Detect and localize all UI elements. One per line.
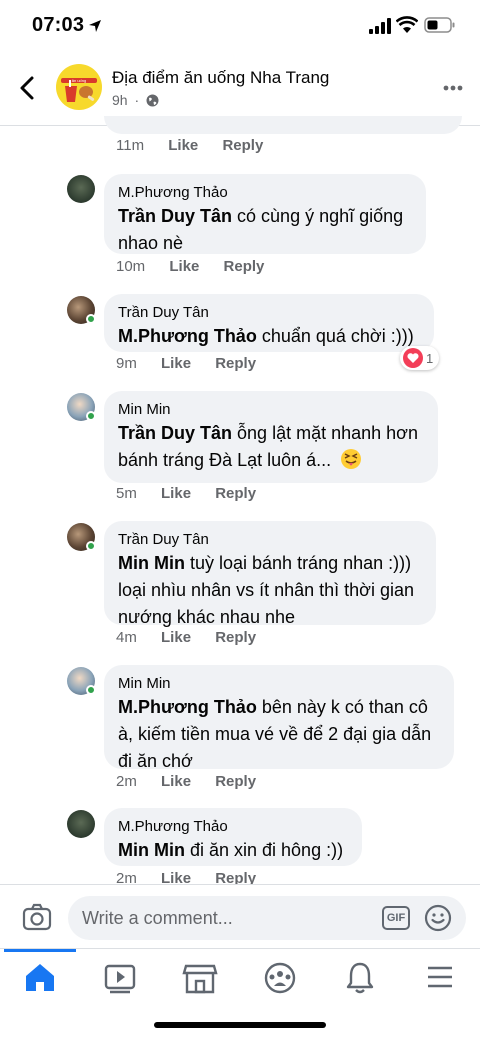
camera-icon[interactable] <box>22 903 52 931</box>
food-logo-icon: ăn uống <box>61 78 97 102</box>
mention-link[interactable]: Trần Duy Tân <box>118 206 232 226</box>
like-button[interactable]: Like <box>161 355 191 372</box>
love-reaction-icon <box>403 348 423 368</box>
group-logo[interactable]: ăn uống <box>56 64 102 110</box>
comment-text: Trần Duy Tân có cùng ý nghĩ giống nhao n… <box>118 206 404 253</box>
comment-text: Min Min đi ăn xin đi hông :)) <box>118 840 344 860</box>
more-options-icon[interactable] <box>438 78 468 98</box>
mention-link[interactable]: Min Min <box>118 553 185 573</box>
avatar[interactable] <box>67 175 95 203</box>
comment-bubble: M.Phương Thảo Min Min đi ăn xin đi hông … <box>104 808 362 866</box>
bell-icon[interactable] <box>336 957 384 997</box>
online-indicator <box>86 411 96 421</box>
like-button[interactable]: Like <box>168 137 198 154</box>
comment-author[interactable]: Min Min <box>118 400 424 420</box>
group-title[interactable]: Địa điểm ăn uống Nha Trang <box>112 68 329 88</box>
comment-author[interactable]: Min Min <box>118 674 440 694</box>
comment-bubble: Trần Duy Tân Min Min tuỳ loại bánh tráng… <box>104 521 436 627</box>
comment-meta: 2m Like Reply <box>116 773 276 790</box>
status-time: 07:03 <box>32 14 85 36</box>
mention-link[interactable]: Trần Duy Tân <box>118 423 232 443</box>
comment-placeholder: Write a comment... <box>82 908 233 928</box>
globe-icon <box>146 94 159 107</box>
reply-button[interactable]: Reply <box>215 773 256 790</box>
comment-author[interactable]: M.Phương Thảo <box>118 183 412 203</box>
previous-comment-bubble <box>104 116 462 134</box>
reply-button[interactable]: Reply <box>215 629 256 646</box>
post-header: ăn uống Địa điểm ăn uống Nha Trang 9h · <box>0 52 480 126</box>
squinting-tongue-emoji-icon <box>341 449 361 469</box>
comment-author[interactable]: Trần Duy Tân <box>118 303 420 323</box>
like-button[interactable]: Like <box>161 485 191 502</box>
comment-text: M.Phương Thảo bên này k có than cô à, ki… <box>118 697 432 771</box>
online-indicator <box>86 314 96 324</box>
comment-time: 2m <box>116 773 137 790</box>
comment-author[interactable]: Trần Duy Tân <box>118 530 422 550</box>
like-button[interactable]: Like <box>161 773 191 790</box>
online-indicator <box>86 685 96 695</box>
comment-meta: 9m Like Reply <box>116 355 276 372</box>
gif-icon[interactable]: GIF <box>382 906 410 930</box>
like-button[interactable]: Like <box>169 258 199 275</box>
svg-text:ăn uống: ăn uống <box>72 78 86 83</box>
comment-text: M.Phương Thảo chuẩn quá chời :))) <box>118 326 414 346</box>
reply-button[interactable]: Reply <box>215 485 256 502</box>
mention-link[interactable]: M.Phương Thảo <box>118 326 257 346</box>
video-icon[interactable] <box>96 957 144 997</box>
active-tab-indicator <box>4 949 76 952</box>
reply-button[interactable]: Reply <box>215 355 256 372</box>
comment-meta: 5m Like Reply <box>116 485 276 502</box>
comment-bubble: Min Min Trần Duy Tân ỗng lật mặt nhanh h… <box>104 391 438 483</box>
comment-meta: 10m Like Reply <box>116 258 284 275</box>
reply-button[interactable]: Reply <box>224 258 265 275</box>
back-icon[interactable] <box>14 74 42 102</box>
reaction-badge[interactable]: 1 <box>400 346 440 370</box>
comment-time: 9m <box>116 355 137 372</box>
mention-link[interactable]: Min Min <box>118 840 185 860</box>
signal-icon <box>369 18 391 34</box>
comment-time: 11m <box>116 137 145 154</box>
wifi-icon <box>396 16 418 33</box>
avatar[interactable] <box>67 810 95 838</box>
comment-time: 5m <box>116 485 137 502</box>
comment-composer: Write a comment... GIF <box>0 884 480 948</box>
comment-time: 4m <box>116 629 137 646</box>
status-bar: 07:03 <box>0 0 480 52</box>
menu-icon[interactable] <box>416 957 464 997</box>
comment-bubble: M.Phương Thảo Trần Duy Tân có cùng ý ngh… <box>104 174 426 254</box>
comment-meta: 4m Like Reply <box>116 629 276 646</box>
battery-icon <box>424 17 455 33</box>
home-icon[interactable] <box>16 957 64 997</box>
comment-bubble: Min Min M.Phương Thảo bên này k có than … <box>104 665 454 771</box>
comment-time: 10m <box>116 258 146 275</box>
comment-author[interactable]: M.Phương Thảo <box>118 817 348 837</box>
reply-button[interactable]: Reply <box>222 137 263 154</box>
comment-input[interactable]: Write a comment... GIF <box>68 896 466 940</box>
comment-bubble: Trần Duy Tân M.Phương Thảo chuẩn quá chờ… <box>104 294 434 352</box>
groups-icon[interactable] <box>256 957 304 997</box>
comment-meta: 11m Like Reply <box>116 137 283 154</box>
mention-link[interactable]: M.Phương Thảo <box>118 697 257 717</box>
post-time: 9h · <box>112 92 159 108</box>
location-arrow-icon <box>89 20 101 32</box>
comment-text: Min Min tuỳ loại bánh tráng nhan :))) lo… <box>118 553 415 627</box>
like-button[interactable]: Like <box>161 629 191 646</box>
marketplace-icon[interactable] <box>176 957 224 997</box>
home-indicator <box>154 1022 326 1028</box>
online-indicator <box>86 541 96 551</box>
reaction-count: 1 <box>426 350 434 366</box>
emoji-icon[interactable] <box>424 904 452 932</box>
comment-text: Trần Duy Tân ỗng lật mặt nhanh hơn bánh … <box>118 423 418 470</box>
